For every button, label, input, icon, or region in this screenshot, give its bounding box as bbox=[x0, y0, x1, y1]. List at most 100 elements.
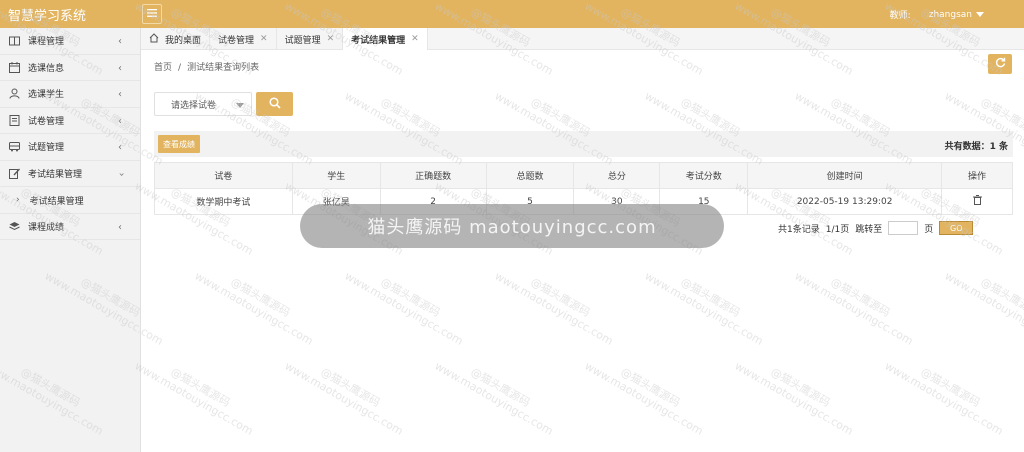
sidebar-subitem-exam-results[interactable]: › 考试结果管理 bbox=[0, 187, 140, 213]
watermark-line: @猫头鹰源码 bbox=[918, 365, 983, 410]
sidebar-item-exam-results[interactable]: 考试结果管理 ‹ bbox=[0, 161, 140, 187]
watermark-text: @猫头鹰源码www.maotouyingcc.com bbox=[942, 258, 1024, 347]
watermark-text: @猫头鹰源码www.maotouyingcc.com bbox=[132, 348, 261, 438]
close-icon[interactable]: ✕ bbox=[411, 34, 419, 44]
watermark-line: www.maotouyingcc.com bbox=[642, 269, 766, 348]
chevron-left-icon: ‹ bbox=[118, 142, 122, 153]
tab-label: 试卷管理 bbox=[218, 35, 255, 46]
chevron-right-icon: › bbox=[16, 195, 20, 205]
sidebar: 课程管理 ‹ 选课信息 ‹ 选课学生 ‹ 试卷管理 ‹ 试题管理 ‹ 考试结果管… bbox=[0, 28, 141, 452]
search-icon bbox=[268, 96, 281, 112]
sidebar-item-grades[interactable]: 课程成绩 ‹ bbox=[0, 213, 140, 240]
trash-icon[interactable] bbox=[972, 195, 982, 208]
caret-down-icon bbox=[976, 11, 984, 17]
watermark-banner: 猫头鹰源码 maotouyingcc.com bbox=[300, 204, 724, 248]
sidebar-item-students[interactable]: 选课学生 ‹ bbox=[0, 81, 140, 108]
table-cell: 数学期中考试 bbox=[154, 188, 293, 215]
table-header-row: 试卷 学生 正确题数 总题数 总分 考试分数 创建时间 操作 bbox=[154, 162, 1013, 189]
sidebar-item-label: 试题管理 bbox=[28, 143, 65, 154]
tab-desktop[interactable]: 我的桌面 bbox=[141, 28, 211, 50]
watermark-line: @猫头鹰源码 bbox=[378, 275, 443, 320]
sidebar-subitem-label: 考试结果管理 bbox=[29, 196, 84, 207]
watermark-text: @猫头鹰源码www.maotouyingcc.com bbox=[732, 348, 861, 438]
breadcrumb-separator: / bbox=[178, 63, 182, 73]
sidebar-item-questions[interactable]: 试题管理 ‹ bbox=[0, 134, 140, 161]
breadcrumb-home[interactable]: 首页 bbox=[154, 63, 172, 73]
edit-icon bbox=[8, 167, 20, 179]
sidebar-item-label: 试卷管理 bbox=[28, 116, 65, 127]
menu-toggle-button[interactable] bbox=[142, 4, 162, 24]
tab-label: 考试结果管理 bbox=[351, 35, 406, 46]
page-jump-input[interactable] bbox=[888, 221, 919, 235]
watermark-line: @猫头鹰源码 bbox=[528, 275, 593, 320]
sidebar-item-label: 考试结果管理 bbox=[28, 169, 83, 180]
pager-page-unit: 页 bbox=[924, 224, 934, 235]
chevron-left-icon: ‹ bbox=[118, 36, 122, 47]
watermark-line: @猫头鹰源码 bbox=[168, 365, 233, 410]
watermark-line: www.maotouyingcc.com bbox=[882, 359, 1006, 438]
close-icon[interactable]: ✕ bbox=[260, 34, 268, 44]
watermark-line: @猫头鹰源码 bbox=[318, 365, 383, 410]
tab-label: 我的桌面 bbox=[165, 35, 202, 46]
chevron-left-icon: ‹ bbox=[118, 115, 122, 127]
table-toolbar: 查看成绩 共有数据：1 条 bbox=[154, 131, 1013, 157]
column-header: 试卷 bbox=[154, 162, 293, 189]
username: zhangsan bbox=[928, 9, 972, 20]
view-scores-button[interactable]: 查看成绩 bbox=[158, 135, 200, 153]
watermark-line: @猫头鹰源码 bbox=[618, 365, 683, 410]
sidebar-item-label: 选课信息 bbox=[28, 63, 65, 74]
watermark-text: @猫头鹰源码www.maotouyingcc.com bbox=[432, 348, 561, 437]
hamburger-icon bbox=[147, 8, 157, 20]
sidebar-item-label: 课程管理 bbox=[28, 37, 65, 48]
chevron-down-icon: ‹ bbox=[116, 172, 128, 176]
search-button[interactable] bbox=[256, 92, 293, 116]
watermark-line: www.maotouyingcc.com bbox=[282, 359, 406, 438]
watermark-line: www.maotouyingcc.com bbox=[792, 269, 916, 348]
watermark-line: @猫头鹰源码 bbox=[228, 275, 293, 320]
refresh-button[interactable] bbox=[988, 54, 1012, 74]
sidebar-item-label: 选课学生 bbox=[28, 90, 65, 101]
top-bar: 智慧学习系统 教师: zhangsan bbox=[0, 0, 1024, 28]
sidebar-item-label: 课程成绩 bbox=[28, 222, 65, 233]
tab-exam-results[interactable]: 考试结果管理 ✕ bbox=[343, 28, 428, 50]
refresh-icon bbox=[995, 57, 1006, 71]
column-header: 学生 bbox=[291, 162, 381, 189]
app-title: 智慧学习系统 bbox=[8, 9, 87, 24]
book-icon bbox=[8, 35, 20, 47]
column-header: 总题数 bbox=[485, 162, 575, 189]
user-menu[interactable]: zhangsan bbox=[929, 10, 984, 20]
watermark-line: @猫头鹰源码 bbox=[768, 365, 833, 410]
table-cell: 2022-05-19 13:29:02 bbox=[747, 188, 943, 215]
bus-icon bbox=[8, 141, 20, 153]
calendar-icon bbox=[8, 61, 20, 73]
chevron-left-icon: ‹ bbox=[118, 62, 122, 74]
sidebar-item-selection[interactable]: 选课信息 ‹ bbox=[0, 55, 140, 81]
watermark-line: www.maotouyingcc.com bbox=[582, 359, 706, 438]
column-header: 考试分数 bbox=[659, 162, 749, 189]
watermark-line: www.maotouyingcc.com bbox=[192, 269, 316, 348]
user-icon bbox=[8, 88, 20, 100]
watermark-line: www.maotouyingcc.com bbox=[132, 359, 256, 438]
chevron-left-icon: ‹ bbox=[118, 89, 122, 100]
user-area: 教师: zhangsan bbox=[890, 8, 984, 21]
breadcrumb-current: 测试结果查询列表 bbox=[187, 63, 260, 73]
column-header: 正确题数 bbox=[379, 162, 487, 189]
watermark-text: @猫头鹰源码www.maotouyingcc.com bbox=[642, 258, 771, 348]
watermark-text: @猫头鹰源码www.maotouyingcc.com bbox=[492, 258, 621, 347]
sidebar-item-course[interactable]: 课程管理 ‹ bbox=[0, 28, 140, 55]
watermark-line: @猫头鹰源码 bbox=[978, 275, 1024, 320]
watermark-line: www.maotouyingcc.com bbox=[732, 359, 856, 438]
tab-papers[interactable]: 试卷管理 ✕ bbox=[210, 28, 277, 50]
sidebar-item-papers[interactable]: 试卷管理 ‹ bbox=[0, 108, 140, 134]
layers-icon bbox=[8, 220, 20, 232]
watermark-text: @猫头鹰源码www.maotouyingcc.com bbox=[192, 258, 321, 348]
tab-bar: 我的桌面 试卷管理 ✕ 试题管理 ✕ 考试结果管理 ✕ bbox=[141, 28, 1024, 50]
watermark-text: @猫头鹰源码www.maotouyingcc.com bbox=[342, 258, 471, 347]
paper-select[interactable]: 请选择试卷 bbox=[154, 92, 252, 116]
tab-questions[interactable]: 试题管理 ✕ bbox=[277, 28, 344, 50]
close-icon[interactable]: ✕ bbox=[327, 34, 335, 44]
pager-records: 共1条记录 bbox=[778, 224, 820, 235]
go-button[interactable]: GO bbox=[939, 221, 974, 235]
watermark-line: @猫头鹰源码 bbox=[828, 275, 893, 320]
watermark-line: @猫头鹰源码 bbox=[468, 365, 533, 410]
